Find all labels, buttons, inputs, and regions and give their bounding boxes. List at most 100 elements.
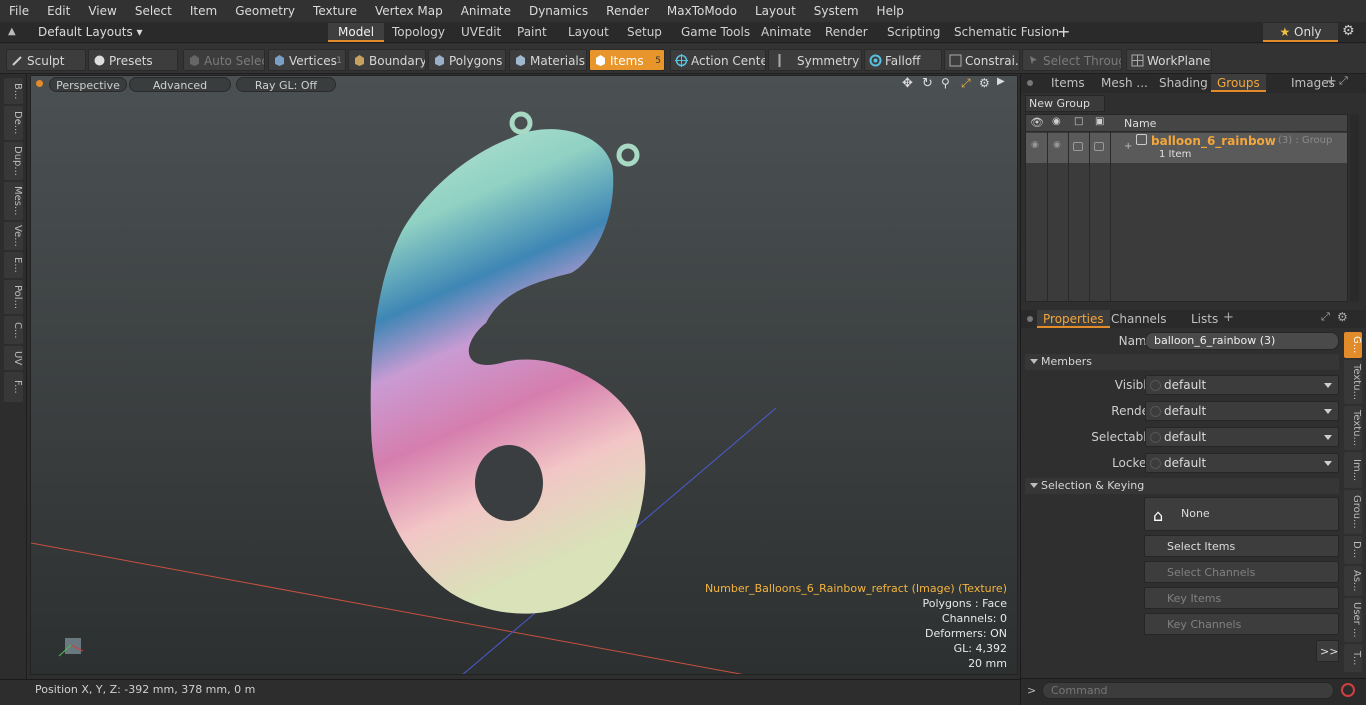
- perspective-button[interactable]: Perspective: [49, 77, 127, 92]
- select-channels-button[interactable]: Select Channels: [1144, 561, 1339, 583]
- left-tab-uv[interactable]: UV: [4, 346, 23, 370]
- 3d-viewport[interactable]: Perspective Advanced Ray GL: Off ✥ ↻ ⚲ ⤢…: [30, 75, 1018, 675]
- tab-items[interactable]: Items: [1045, 74, 1091, 92]
- workplane-button[interactable]: WorkPlane: [1126, 49, 1212, 71]
- left-tab-basic[interactable]: B...: [4, 78, 23, 104]
- tab-schematic-fusion[interactable]: Schematic Fusion: [944, 23, 1069, 42]
- left-tab-mesh[interactable]: Mes...: [4, 182, 23, 220]
- command-input[interactable]: [1042, 682, 1334, 699]
- menu-dynamics[interactable]: Dynamics: [520, 0, 597, 22]
- fit-view-icon[interactable]: ⤢: [961, 76, 971, 91]
- only-button[interactable]: ★ Only: [1263, 23, 1338, 42]
- rotate-view-icon[interactable]: ↻: [922, 76, 933, 91]
- menu-layout[interactable]: Layout: [746, 0, 805, 22]
- key-items-button[interactable]: Key Items: [1144, 587, 1339, 609]
- items-button[interactable]: Items 5: [589, 49, 665, 71]
- left-tab-polygon[interactable]: Pol...: [4, 280, 23, 314]
- auto-select-button[interactable]: Auto Select: [183, 49, 265, 71]
- tab-uvedit[interactable]: UVEdit: [451, 23, 511, 42]
- props-gear-icon[interactable]: ⚙: [1337, 310, 1348, 324]
- tab-properties[interactable]: Properties: [1037, 310, 1110, 328]
- tab-mesh[interactable]: Mesh ...: [1095, 74, 1154, 92]
- balloon-body[interactable]: [370, 129, 646, 614]
- left-tab-edge[interactable]: E...: [4, 252, 23, 278]
- menu-maxtomodo[interactable]: MaxToModo: [658, 0, 746, 22]
- side-tab-texture-1[interactable]: Textu...: [1344, 360, 1362, 404]
- menu-render[interactable]: Render: [597, 0, 658, 22]
- add-tab-icon[interactable]: +: [1057, 22, 1070, 42]
- materials-button[interactable]: Materials: [509, 49, 587, 71]
- none-button[interactable]: ⌂ None: [1144, 497, 1339, 531]
- tab-model[interactable]: Model: [328, 23, 385, 42]
- key-channels-button[interactable]: Key Channels: [1144, 613, 1339, 635]
- menu-system[interactable]: System: [805, 0, 868, 22]
- tab-setup[interactable]: Setup: [617, 23, 672, 42]
- tab-paint[interactable]: Paint: [507, 23, 557, 42]
- selection-keying-section[interactable]: Selection & Keying: [1025, 478, 1339, 494]
- menu-geometry[interactable]: Geometry: [226, 0, 304, 22]
- collapse-icon[interactable]: ▲: [8, 26, 20, 38]
- move-view-icon[interactable]: ✥: [902, 76, 913, 91]
- tab-groups[interactable]: Groups: [1211, 74, 1266, 92]
- select-column-icon[interactable]: □: [1074, 116, 1083, 127]
- menu-select[interactable]: Select: [126, 0, 181, 22]
- raygl-button[interactable]: Ray GL: Off: [236, 77, 336, 92]
- row-select-box[interactable]: [1073, 142, 1083, 151]
- menu-help[interactable]: Help: [868, 0, 913, 22]
- tab-animate[interactable]: Animate: [751, 23, 821, 42]
- vertices-button[interactable]: Vertices 1: [268, 49, 346, 71]
- polygons-button[interactable]: Polygons: [428, 49, 506, 71]
- menu-view[interactable]: View: [79, 0, 125, 22]
- select-through-button[interactable]: Select Through: [1022, 49, 1122, 71]
- menu-edit[interactable]: Edit: [38, 0, 79, 22]
- eye-column-icon[interactable]: 👁: [1030, 116, 1044, 129]
- side-tab-t[interactable]: T...: [1344, 644, 1362, 672]
- gear-icon[interactable]: ⚙: [1342, 23, 1355, 39]
- more-button[interactable]: >>: [1316, 640, 1339, 662]
- panel-dot-icon[interactable]: [1027, 80, 1033, 86]
- expand-icon[interactable]: ⤢: [1339, 74, 1348, 88]
- name-field[interactable]: balloon_6_rainbow (3): [1145, 332, 1339, 350]
- falloff-button[interactable]: Falloff: [864, 49, 942, 71]
- select-items-button[interactable]: Select Items: [1144, 535, 1339, 557]
- viewport-more-icon[interactable]: ▶: [997, 76, 1005, 87]
- group-list-row[interactable]: ◉ ◉ + balloon_6_rainbow (3) : Group 1 It…: [1026, 133, 1347, 163]
- add-panel-tab-icon[interactable]: +: [1326, 74, 1337, 89]
- left-tab-fusion[interactable]: F...: [4, 372, 23, 402]
- new-group-button[interactable]: New Group: [1025, 95, 1105, 112]
- row-eye-icon[interactable]: ◉: [1031, 140, 1039, 150]
- left-tab-vertex[interactable]: Ve...: [4, 222, 23, 250]
- presets-button[interactable]: Presets: [88, 49, 178, 71]
- side-tab-texture-2[interactable]: Textu...: [1344, 406, 1362, 450]
- row-lock-box[interactable]: [1094, 142, 1104, 151]
- symmetry-button[interactable]: Symmetry: [768, 49, 862, 71]
- lock-column-icon[interactable]: ▣: [1095, 116, 1104, 127]
- render-dropdown[interactable]: default: [1145, 401, 1339, 421]
- tab-shading[interactable]: Shading: [1153, 74, 1214, 92]
- action-center-button[interactable]: Action Center: [670, 49, 766, 71]
- constraints-button[interactable]: Constrai...: [944, 49, 1020, 71]
- tab-game-tools[interactable]: Game Tools: [671, 23, 760, 42]
- tab-lists[interactable]: Lists: [1185, 310, 1224, 328]
- tab-scripting[interactable]: Scripting: [877, 23, 950, 42]
- props-dot-icon[interactable]: [1027, 316, 1033, 322]
- row-render-icon[interactable]: ◉: [1053, 140, 1061, 150]
- zoom-view-icon[interactable]: ⚲: [941, 76, 950, 90]
- props-expand-icon[interactable]: ⤢: [1321, 310, 1330, 324]
- menu-texture[interactable]: Texture: [304, 0, 366, 22]
- menu-vertex-map[interactable]: Vertex Map: [366, 0, 452, 22]
- side-tab-user[interactable]: User ...: [1344, 598, 1362, 642]
- menu-item[interactable]: Item: [181, 0, 226, 22]
- side-tab-group-2[interactable]: Grou...: [1344, 490, 1362, 534]
- sculpt-button[interactable]: Sculpt: [6, 49, 86, 71]
- render-column-icon[interactable]: ◉: [1052, 116, 1061, 127]
- tab-layout[interactable]: Layout: [558, 23, 619, 42]
- viewport-gear-icon[interactable]: ⚙: [979, 76, 990, 90]
- tab-topology[interactable]: Topology: [382, 23, 455, 42]
- left-tab-curve[interactable]: C...: [4, 316, 23, 344]
- advanced-button[interactable]: Advanced: [129, 77, 231, 92]
- visible-dropdown[interactable]: default: [1145, 375, 1339, 395]
- side-tab-group[interactable]: G...: [1344, 332, 1362, 358]
- menu-file[interactable]: File: [0, 0, 38, 22]
- record-icon[interactable]: [1341, 683, 1355, 697]
